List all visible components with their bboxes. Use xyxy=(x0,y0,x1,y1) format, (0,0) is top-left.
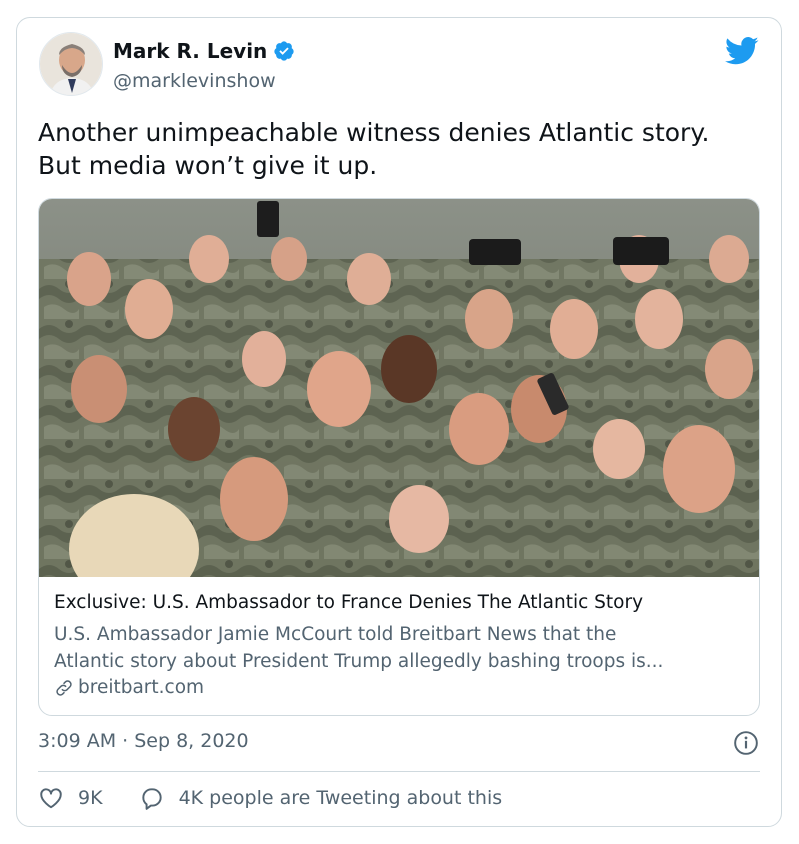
card-domain-text[interactable]: breitbart.com xyxy=(78,677,204,698)
author-display-name[interactable]: Mark R. Levin xyxy=(113,39,267,63)
card-description-line-1: U.S. Ambassador Jamie McCourt told Breit… xyxy=(54,624,617,645)
like-count[interactable]: 9K xyxy=(78,787,103,809)
card-title[interactable]: Exclusive: U.S. Ambassador to France Den… xyxy=(54,592,643,613)
link-card[interactable]: Exclusive: U.S. Ambassador to France Den… xyxy=(38,198,760,716)
conversation-text[interactable]: 4K people are Tweeting about this xyxy=(179,787,503,809)
avatar[interactable] xyxy=(39,32,103,96)
twitter-bird-icon[interactable] xyxy=(725,36,759,66)
tweet-card[interactable]: Mark R. Levin @marklevinshow Another uni… xyxy=(16,17,782,827)
speech-bubble-icon[interactable] xyxy=(139,785,165,811)
tweet-text-line-2: But media won’t give it up. xyxy=(38,151,378,180)
like-button[interactable]: 9K xyxy=(38,785,103,811)
tweet-actions: 9K 4K people are Tweeting about this xyxy=(38,785,502,811)
conversation-link[interactable]: 4K people are Tweeting about this xyxy=(139,785,503,811)
link-icon xyxy=(56,679,72,696)
tweet-timestamp[interactable]: 3:09 AM · Sep 8, 2020 xyxy=(38,730,249,752)
divider xyxy=(38,771,760,772)
card-domain[interactable]: breitbart.com xyxy=(54,677,204,698)
info-icon[interactable] xyxy=(733,730,759,756)
tweet-text: Another unimpeachable witness denies Atl… xyxy=(38,116,768,182)
card-description-line-2: Atlantic story about President Trump all… xyxy=(54,651,664,672)
card-image[interactable] xyxy=(39,199,760,577)
verified-badge-icon xyxy=(274,41,294,61)
author-name-row[interactable]: Mark R. Levin xyxy=(113,39,295,63)
heart-icon[interactable] xyxy=(38,785,64,811)
author-handle[interactable]: @marklevinshow xyxy=(113,70,276,92)
card-description: U.S. Ambassador Jamie McCourt told Breit… xyxy=(54,621,754,675)
tweet-text-line-1: Another unimpeachable witness denies Atl… xyxy=(38,118,710,147)
